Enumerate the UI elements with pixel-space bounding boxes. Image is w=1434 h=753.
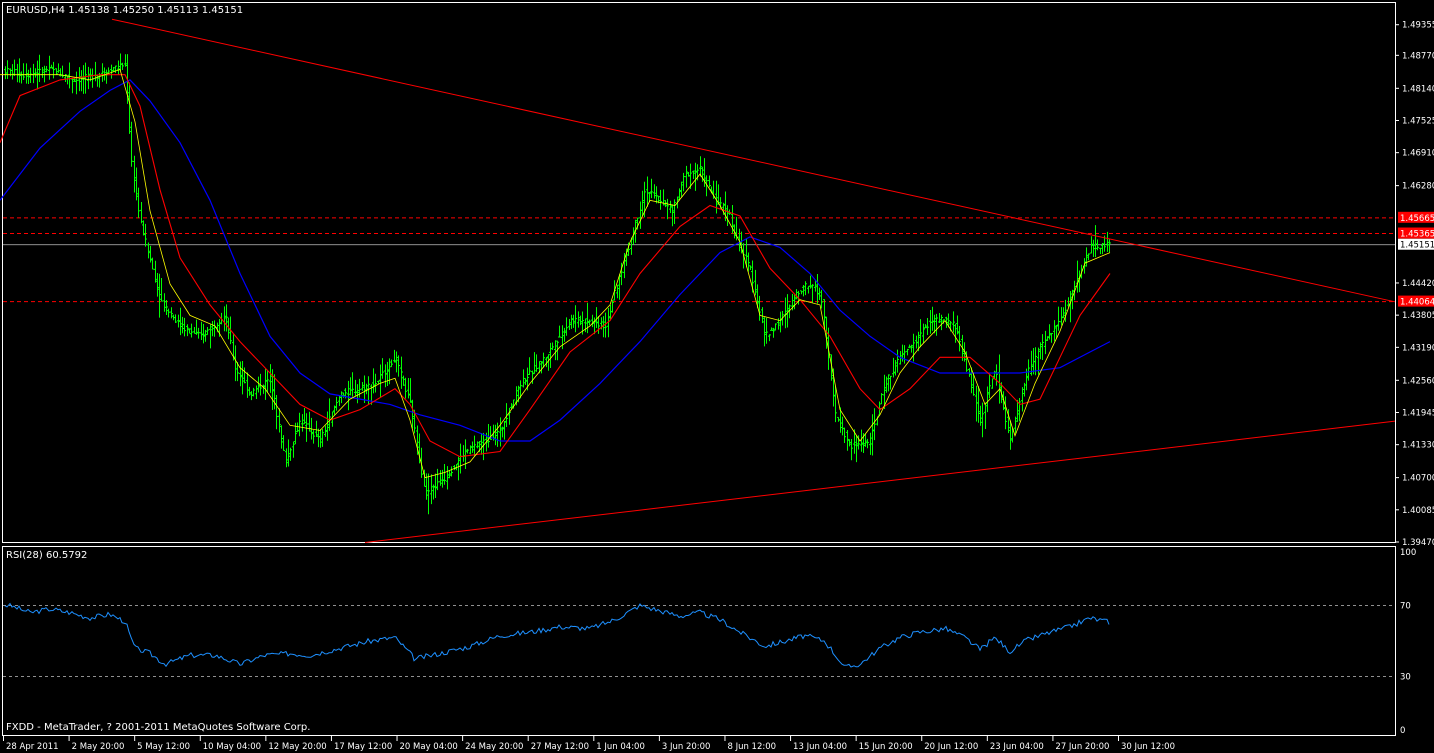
price-tick-label: 1.40700 bbox=[1402, 474, 1434, 484]
time-tick-label: 17 May 12:00 bbox=[334, 742, 392, 752]
time-tick-label: 24 May 20:00 bbox=[465, 742, 523, 752]
price-tick-label: 1.48140 bbox=[1402, 84, 1434, 94]
chart-background bbox=[0, 0, 1434, 753]
rsi-header: RSI(28) 60.5792 bbox=[6, 550, 87, 561]
price-tick-label: 1.40085 bbox=[1402, 506, 1434, 516]
price-tick-label: 1.43190 bbox=[1402, 343, 1434, 353]
time-tick-label: 27 Jun 20:00 bbox=[1055, 742, 1109, 752]
time-tick-label: 30 Jun 12:00 bbox=[1121, 742, 1175, 752]
time-tick-label: 8 Jun 12:00 bbox=[727, 742, 776, 752]
price-tick-label: 1.44420 bbox=[1402, 279, 1434, 289]
price-tick-label: 1.41330 bbox=[1402, 441, 1434, 451]
time-tick-label: 20 Jun 12:00 bbox=[924, 742, 978, 752]
price-tick-label: 1.42560 bbox=[1402, 376, 1434, 386]
time-tick-label: 13 Jun 04:00 bbox=[793, 742, 847, 752]
price-tick-label: 1.46280 bbox=[1402, 182, 1434, 192]
price-level-label: 1.44064 bbox=[1400, 298, 1434, 308]
chart-header: EURUSD,H4 1.45138 1.45250 1.45113 1.4515… bbox=[6, 5, 243, 16]
time-tick-label: 2 May 20:00 bbox=[72, 742, 125, 752]
price-level-label: 1.45365 bbox=[1400, 230, 1434, 240]
rsi-tick-label: 30 bbox=[1400, 673, 1411, 683]
price-tick-label: 1.41945 bbox=[1402, 408, 1434, 418]
time-tick-label: 28 Apr 2011 bbox=[6, 742, 59, 752]
bid-price-label: 1.45151 bbox=[1400, 241, 1434, 251]
price-level-label: 1.45665 bbox=[1400, 214, 1434, 224]
time-tick-label: 1 Jun 04:00 bbox=[596, 742, 645, 752]
rsi-tick-label: 100 bbox=[1400, 548, 1416, 558]
rsi-tick-label: 70 bbox=[1400, 601, 1411, 611]
rsi-tick-label: 0 bbox=[1400, 726, 1405, 736]
time-tick-label: 3 Jun 20:00 bbox=[662, 742, 711, 752]
time-tick-label: 23 Jun 04:00 bbox=[990, 742, 1044, 752]
price-tick-label: 1.39470 bbox=[1402, 538, 1434, 548]
price-tick-label: 1.47525 bbox=[1402, 116, 1434, 126]
time-tick-label: 20 May 04:00 bbox=[400, 742, 458, 752]
price-tick-label: 1.49355 bbox=[1402, 21, 1434, 31]
price-tick-label: 1.43805 bbox=[1402, 311, 1434, 321]
copyright-text: FXDD - MetaTrader, ? 2001-2011 MetaQuote… bbox=[6, 722, 310, 733]
price-tick-label: 1.46910 bbox=[1402, 149, 1434, 159]
time-tick-label: 27 May 12:00 bbox=[531, 742, 589, 752]
time-tick-label: 5 May 12:00 bbox=[137, 742, 190, 752]
time-tick-label: 15 Jun 20:00 bbox=[859, 742, 913, 752]
time-tick-label: 12 May 20:00 bbox=[268, 742, 326, 752]
price-tick-label: 1.48770 bbox=[1402, 51, 1434, 61]
time-tick-label: 10 May 04:00 bbox=[203, 742, 261, 752]
chart-window[interactable]: 1.49355 1.48770 1.48140 1.47525 1.46910 1.462… bbox=[0, 0, 1434, 753]
